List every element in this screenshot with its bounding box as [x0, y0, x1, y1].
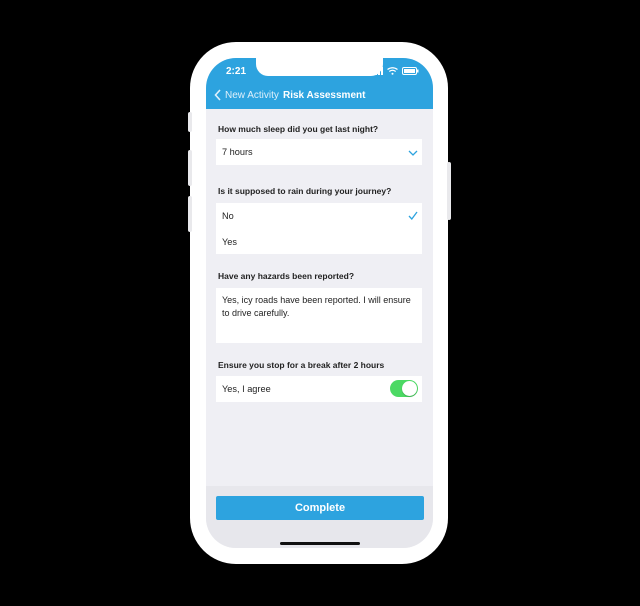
complete-button[interactable]: Complete	[216, 496, 424, 520]
home-indicator	[280, 542, 360, 545]
phone-volume-up-button	[188, 150, 192, 186]
chevron-down-icon	[408, 150, 418, 156]
break-agree-label: Yes, I agree	[222, 384, 271, 394]
phone-volume-down-button	[188, 196, 192, 232]
phone-notch	[256, 58, 383, 76]
status-icons	[372, 67, 419, 75]
question-hazards-label: Have any hazards been reported?	[218, 271, 355, 281]
rain-option-no[interactable]: No	[216, 203, 422, 228]
toggle-knob	[402, 381, 417, 396]
page-title: Risk Assessment	[283, 90, 366, 101]
hazards-text-line1: Yes, icy roads have been reported. I wil…	[222, 295, 411, 305]
question-break-label: Ensure you stop for a break after 2 hour…	[218, 360, 385, 370]
phone-side-button	[188, 112, 192, 132]
rain-option-yes-label: Yes	[222, 237, 237, 247]
hazards-text-line2: to drive carefully.	[222, 308, 290, 318]
break-agree-toggle[interactable]	[390, 380, 418, 397]
footer-bar: Complete	[206, 486, 433, 548]
battery-icon	[402, 67, 419, 75]
back-button[interactable]: New Activity	[214, 89, 279, 101]
checkmark-icon	[408, 211, 418, 220]
break-agree-row: Yes, I agree	[216, 376, 422, 402]
question-sleep-label: How much sleep did you get last night?	[218, 124, 379, 134]
rain-option-yes[interactable]: Yes	[216, 229, 422, 254]
chevron-left-icon	[214, 89, 221, 101]
status-time: 2:21	[226, 66, 247, 77]
sleep-select[interactable]: 7 hours	[216, 139, 422, 165]
app-header: 2:21 New Activity Risk Assessment	[206, 58, 433, 109]
rain-options: No Yes	[216, 203, 422, 254]
hazards-textarea[interactable]: Yes, icy roads have been reported. I wil…	[216, 288, 422, 343]
back-button-label: New Activity	[225, 89, 279, 101]
sleep-select-value: 7 hours	[222, 147, 253, 157]
phone-power-button	[447, 162, 451, 220]
question-rain-label: Is it supposed to rain during your journ…	[218, 186, 392, 196]
app-screen: 2:21 New Activity Risk Assessment How mu…	[206, 58, 433, 548]
signal-icon	[372, 67, 383, 75]
rain-option-no-label: No	[222, 211, 234, 221]
wifi-icon	[387, 67, 398, 75]
